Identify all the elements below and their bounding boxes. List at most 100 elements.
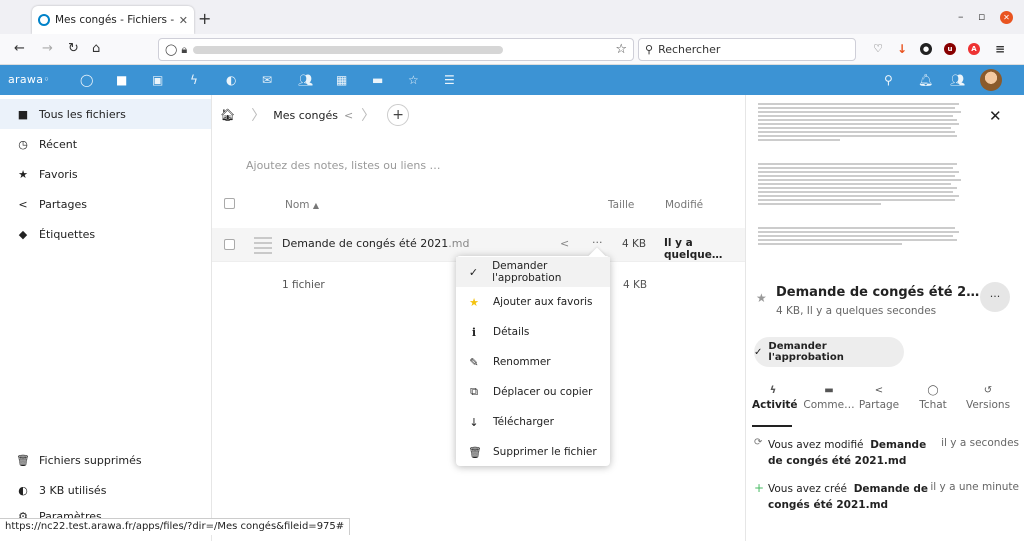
share-icon[interactable]: <: [560, 237, 569, 250]
quota-icon: ◐: [18, 483, 28, 497]
browser-tab-title: Mes congés - Fichiers - Ne: [55, 14, 175, 26]
menu-icon[interactable]: ≡: [994, 43, 1006, 55]
preview-paragraph: [758, 227, 963, 245]
extension-icon[interactable]: ●: [920, 43, 932, 55]
details-more-button[interactable]: ···: [980, 282, 1010, 312]
menu-download[interactable]: ↓ Télécharger: [456, 407, 610, 437]
deck-app-icon[interactable]: ▬: [372, 73, 383, 87]
activity-action: Vous avez créé: [768, 483, 847, 495]
download-icon[interactable]: ↓: [896, 43, 908, 55]
share-icon[interactable]: <: [344, 109, 353, 122]
close-window-icon[interactable]: ✕: [1000, 11, 1013, 24]
search-placeholder: Rechercher: [658, 43, 721, 56]
close-sidebar-icon[interactable]: ✕: [989, 107, 1002, 125]
mail-app-icon[interactable]: ✉: [262, 73, 272, 87]
tab-label: Partage: [858, 399, 900, 411]
favorite-star-icon[interactable]: ★: [756, 291, 767, 305]
request-approval-button[interactable]: ✓ Demander l'approbation: [754, 337, 904, 367]
talk-app-icon[interactable]: ◐: [226, 73, 236, 87]
menu-label: Déplacer ou copier: [493, 386, 593, 398]
nav-deleted-files[interactable]: 🗑︎ Fichiers supprimés: [0, 445, 211, 475]
app-logo[interactable]: arawa◦: [8, 73, 50, 86]
calendar-app-icon[interactable]: ▦: [336, 73, 347, 87]
activity-item: ⟳ Vous avez modifié Demande de congés ét…: [754, 437, 1019, 473]
nav-all-files[interactable]: ■ Tous les fichiers: [0, 99, 211, 129]
file-name[interactable]: Demande de congés été 2021.md: [282, 237, 469, 250]
menu-request-approval[interactable]: ✓ Demander l'approbation: [456, 257, 610, 287]
bookmark-star-icon[interactable]: ☆: [615, 42, 627, 57]
tab-versions[interactable]: ↺ Versions: [964, 385, 1012, 425]
adblock-icon[interactable]: A: [968, 43, 980, 55]
nav-label: Étiquettes: [39, 227, 96, 241]
notes-app-icon[interactable]: ☰: [444, 73, 455, 87]
contacts-menu-icon[interactable]: 👥︎: [950, 73, 965, 87]
lock-icon: 🔒︎: [181, 42, 188, 56]
file-modified: Il y a quelque…: [664, 237, 723, 261]
close-tab-icon[interactable]: ✕: [179, 14, 188, 27]
select-all-checkbox[interactable]: [224, 198, 235, 209]
new-button[interactable]: +: [387, 104, 410, 126]
apps-app-icon[interactable]: ☆: [408, 73, 419, 87]
nav-label: 3 KB utilisés: [39, 483, 107, 497]
menu-details[interactable]: i Détails: [456, 317, 610, 347]
reload-icon[interactable]: ↻: [68, 41, 79, 56]
nav-tags[interactable]: ◆ Étiquettes: [0, 219, 211, 249]
menu-move-copy[interactable]: ⧉ Déplacer ou copier: [456, 377, 610, 407]
menu-add-favorite[interactable]: ★ Ajouter aux favoris: [456, 287, 610, 317]
notifications-icon[interactable]: 🔔︎: [918, 73, 933, 87]
browser-tab-bar: Mes congés - Fichiers - Ne ✕ + – ▫ ✕: [0, 0, 1024, 34]
dashboard-icon[interactable]: ◯: [80, 73, 93, 87]
preview-paragraph: [758, 163, 963, 205]
column-name-label: Nom: [285, 199, 310, 211]
activity-icon: ϟ: [769, 385, 777, 396]
tab-comments[interactable]: ▬ Comme…: [800, 385, 858, 425]
column-size[interactable]: Taille: [608, 199, 634, 211]
activity-app-icon[interactable]: ϟ: [190, 73, 198, 87]
user-avatar[interactable]: [980, 69, 1002, 91]
files-app-icon[interactable]: ■: [116, 73, 127, 87]
file-checkbox[interactable]: [224, 239, 235, 250]
trash-icon: 🗑︎: [468, 445, 482, 459]
tab-sharing[interactable]: < Partage: [858, 385, 900, 425]
active-tab-indicator: [752, 425, 792, 427]
file-basename: Demande de congés été 2021: [282, 237, 449, 250]
tab-talk[interactable]: ◯ Tchat: [914, 385, 952, 425]
folder-icon: ■: [17, 107, 29, 121]
rich-workspace-placeholder[interactable]: Ajoutez des notes, listes ou liens …: [246, 159, 441, 172]
browser-tab[interactable]: Mes congés - Fichiers - Ne ✕: [32, 6, 194, 34]
clock-icon: ◷: [18, 137, 28, 151]
column-modified[interactable]: Modifié: [665, 199, 703, 211]
browser-search-input[interactable]: ⚲ Rechercher: [638, 38, 856, 61]
menu-delete[interactable]: 🗑︎ Supprimer le fichier: [456, 437, 610, 467]
photos-app-icon[interactable]: ▣: [152, 73, 163, 87]
new-tab-icon[interactable]: +: [198, 9, 211, 28]
file-actions-menu: ✓ Demander l'approbation ★ Ajouter aux f…: [456, 247, 610, 467]
nav-recent[interactable]: ◷ Récent: [0, 129, 211, 159]
home-icon[interactable]: ⌂: [92, 41, 100, 56]
maximize-icon[interactable]: ▫: [978, 10, 985, 23]
nav-favorites[interactable]: ★ Favoris: [0, 159, 211, 189]
forward-icon[interactable]: →: [42, 41, 53, 56]
nav-label: Récent: [39, 137, 78, 151]
contacts-app-icon[interactable]: 👥︎: [298, 73, 313, 87]
breadcrumb-folder[interactable]: Mes congés: [273, 109, 338, 122]
tab-label: Versions: [965, 399, 1011, 411]
add-icon: +: [754, 481, 765, 495]
menu-rename[interactable]: ✎ Renommer: [456, 347, 610, 377]
column-name[interactable]: Nom ▲: [285, 199, 319, 211]
ublock-icon[interactable]: u: [944, 43, 956, 55]
back-icon[interactable]: ←: [14, 41, 25, 56]
nav-label: Favoris: [39, 167, 78, 181]
breadcrumb: 🏠︎ 〉 Mes congés < 〉 +: [220, 104, 410, 126]
pocket-icon[interactable]: ♡: [872, 43, 884, 55]
menu-label: Ajouter aux favoris: [493, 296, 593, 308]
tab-activity[interactable]: ϟ Activité: [752, 385, 798, 425]
url-bar[interactable]: ◯ 🔒︎ ☆: [158, 38, 634, 61]
activity-text: Vous avez créé Demande de congés été 202…: [768, 481, 928, 513]
minimize-icon[interactable]: –: [958, 10, 964, 23]
nav-shares[interactable]: < Partages: [0, 189, 211, 219]
activity-time: il y a secondes: [941, 437, 1019, 449]
unified-search-icon[interactable]: ⚲: [884, 73, 893, 87]
activity-time: il y a une minute: [930, 481, 1019, 493]
home-icon[interactable]: 🏠︎: [220, 108, 235, 122]
